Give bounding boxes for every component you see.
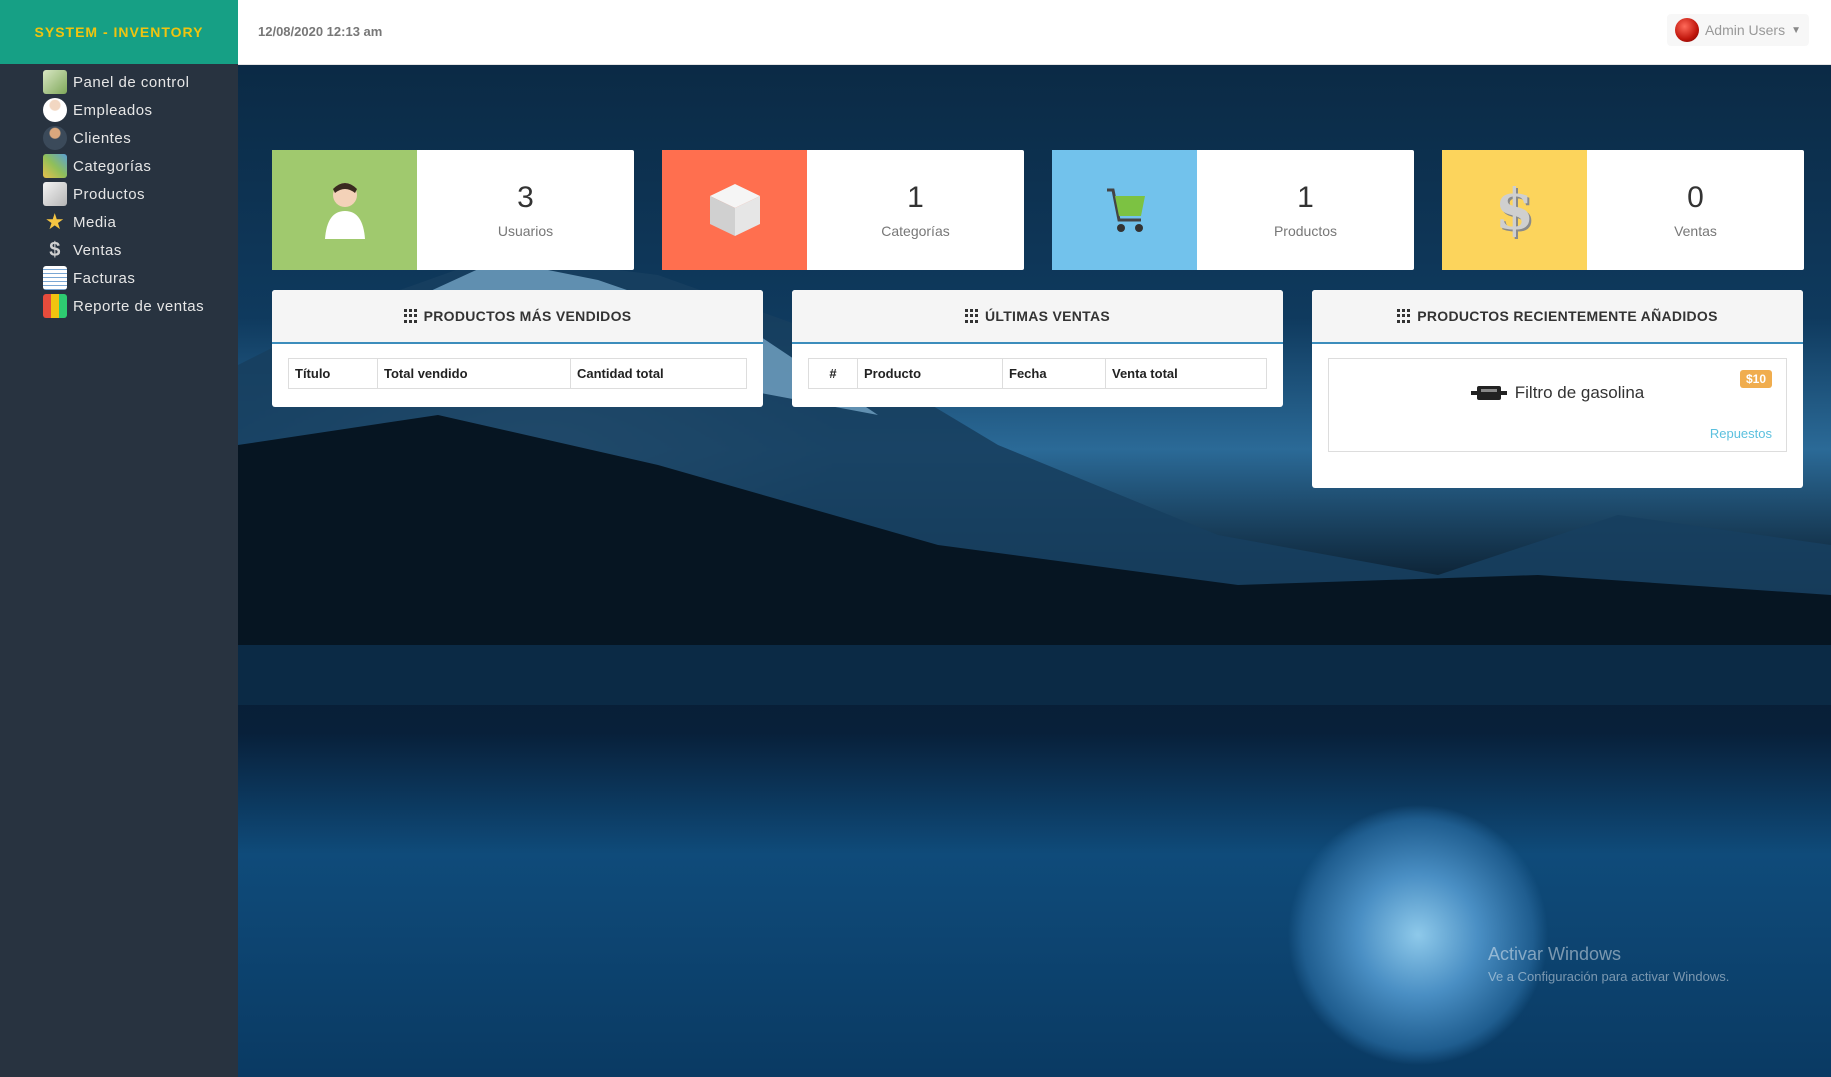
column-header: Fecha xyxy=(1002,358,1106,389)
list-item[interactable]: Filtro de gasolina $10 Repuestos xyxy=(1328,358,1787,452)
stat-value: 0 xyxy=(1687,181,1704,214)
watermark-subtitle: Ve a Configuración para activar Windows. xyxy=(1488,969,1730,984)
client-icon xyxy=(43,126,67,150)
latest-sales-table: # Producto Fecha Venta total xyxy=(808,358,1267,389)
product-name[interactable]: Filtro de gasolina xyxy=(1515,383,1644,403)
user-name: Admin Users xyxy=(1704,22,1786,38)
sidebar-item-label: Panel de control xyxy=(73,73,190,91)
sidebar-item-label: Categorías xyxy=(73,157,152,175)
panel-header: PRODUCTOS RECIENTEMENTE AÑADIDOS xyxy=(1312,290,1803,344)
panel-latest-sales: ÚLTIMAS VENTAS # Producto Fecha Venta to… xyxy=(792,290,1283,407)
avatar xyxy=(1674,18,1699,42)
column-header: # xyxy=(808,358,858,389)
sidebar-nav: Panel de control Empleados Clientes Cate… xyxy=(0,64,238,320)
stat-label: Usuarios xyxy=(497,223,554,239)
column-header: Cantidad total xyxy=(570,358,747,389)
watermark-title: Activar Windows xyxy=(1488,944,1622,964)
column-header: Total vendido xyxy=(377,358,571,389)
sidebar-item-label: Media xyxy=(73,213,117,231)
brand-logo[interactable]: SYSTEM - INVENTORY xyxy=(0,0,238,64)
sidebar-item-facturas[interactable]: Facturas xyxy=(0,264,238,292)
stat-label: Ventas xyxy=(1674,223,1717,239)
column-header: Producto xyxy=(857,358,1003,389)
column-header: Título xyxy=(288,358,378,389)
grid-icon xyxy=(1397,309,1411,323)
sidebar-item-reporte-de-ventas[interactable]: Reporte de ventas xyxy=(0,292,238,320)
panel-recent-products: PRODUCTOS RECIENTEMENTE AÑADIDOS Filtro … xyxy=(1312,290,1803,488)
category-icon xyxy=(43,154,67,178)
dollar-icon: $ xyxy=(1442,150,1587,270)
stat-value: 3 xyxy=(517,181,534,214)
sidebar-item-clientes[interactable]: Clientes xyxy=(0,124,238,152)
stat-tile-ventas[interactable]: $ 0 Ventas xyxy=(1442,150,1804,270)
sidebar-item-panel-de-control[interactable]: Panel de control xyxy=(0,68,238,96)
panel-header: ÚLTIMAS VENTAS xyxy=(792,290,1283,344)
panel-best-sellers: PRODUCTOS MÁS VENDIDOS Título Total vend… xyxy=(272,290,763,407)
stat-tile-usuarios[interactable]: 3 Usuarios xyxy=(272,150,634,270)
sidebar-item-label: Reporte de ventas xyxy=(73,297,205,315)
caret-down-icon: ▼ xyxy=(1791,24,1801,36)
employee-icon xyxy=(43,98,67,122)
stat-value: 1 xyxy=(907,181,924,214)
top-header: 12/08/2020 12:13 am Admin Users ▼ xyxy=(238,0,1831,65)
stat-label: Productos xyxy=(1273,223,1338,239)
grid-icon xyxy=(403,309,418,323)
panel-title: ÚLTIMAS VENTAS xyxy=(984,308,1110,324)
sidebar: SYSTEM - INVENTORY Panel de control Empl… xyxy=(0,0,238,1077)
stat-tile-productos[interactable]: 1 Productos xyxy=(1052,150,1414,270)
category-link[interactable]: Repuestos xyxy=(1710,426,1772,441)
user-icon xyxy=(272,150,417,270)
sidebar-item-media[interactable]: ★ Media xyxy=(0,208,238,236)
dashboard-icon xyxy=(43,70,67,94)
user-menu-button[interactable]: Admin Users ▼ xyxy=(1666,14,1809,46)
sidebar-item-label: Clientes xyxy=(73,129,132,147)
sidebar-item-label: Empleados xyxy=(73,101,153,119)
sidebar-item-categorias[interactable]: Categorías xyxy=(0,152,238,180)
header-datetime: 12/08/2020 12:13 am xyxy=(258,24,383,39)
report-icon xyxy=(43,294,67,318)
star-icon: ★ xyxy=(44,209,66,234)
sidebar-item-label: Facturas xyxy=(73,269,136,287)
invoice-icon xyxy=(43,266,67,290)
stat-label: Categorías xyxy=(881,223,950,239)
main-content: 3 Usuarios 1 Categorías 1 Productos $ 0 … xyxy=(238,65,1831,1077)
panel-title: PRODUCTOS RECIENTEMENTE AÑADIDOS xyxy=(1417,308,1718,324)
box-icon xyxy=(662,150,807,270)
stat-value: 1 xyxy=(1297,181,1314,214)
sidebar-item-label: Ventas xyxy=(73,241,122,259)
cart-icon xyxy=(1052,150,1197,270)
sidebar-item-productos[interactable]: Productos xyxy=(0,180,238,208)
best-sellers-table: Título Total vendido Cantidad total xyxy=(288,358,747,389)
stat-tile-categorias[interactable]: 1 Categorías xyxy=(662,150,1024,270)
grid-icon xyxy=(964,309,979,323)
price-badge: $10 xyxy=(1739,370,1772,388)
panel-title: PRODUCTOS MÁS VENDIDOS xyxy=(423,308,632,324)
sales-icon: $ xyxy=(49,239,61,261)
product-icon xyxy=(43,182,67,206)
windows-activation-watermark: Activar Windows Ve a Configuración para … xyxy=(1488,944,1729,984)
sidebar-item-ventas[interactable]: $ Ventas xyxy=(0,236,238,264)
sidebar-item-empleados[interactable]: Empleados xyxy=(0,96,238,124)
sidebar-item-label: Productos xyxy=(73,185,146,203)
fuel-filter-icon xyxy=(1470,386,1507,400)
column-header: Venta total xyxy=(1105,358,1267,389)
panel-header: PRODUCTOS MÁS VENDIDOS xyxy=(272,290,763,344)
